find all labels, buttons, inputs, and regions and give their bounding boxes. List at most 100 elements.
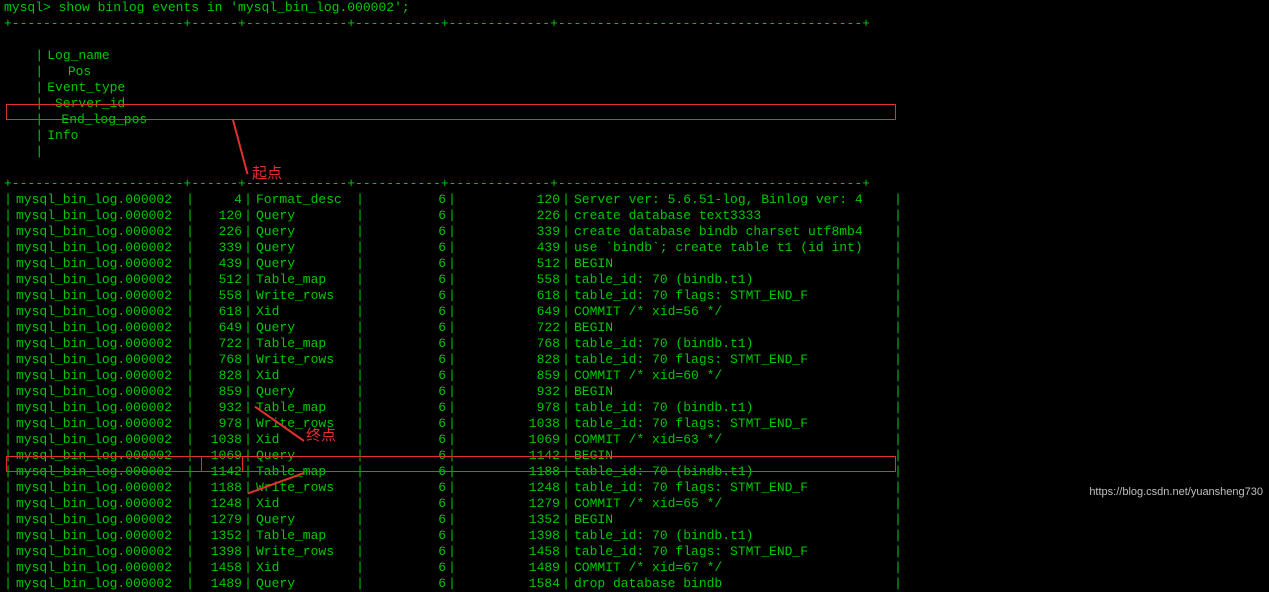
table-row: |mysql_bin_log.000002|978|Write_rows|6|1… bbox=[4, 416, 1265, 432]
cell-end-log-pos: 512 bbox=[456, 256, 562, 272]
cell-end-log-pos: 1584 bbox=[456, 576, 562, 592]
table-row: |mysql_bin_log.000002|1069|Query|6|1142|… bbox=[4, 448, 1265, 464]
table-row: |mysql_bin_log.000002|1142|Table_map|6|1… bbox=[4, 464, 1265, 480]
header-log-name: Log_name bbox=[43, 48, 217, 64]
cell-info: table_id: 70 (bindb.t1) bbox=[570, 272, 894, 288]
table-row: |mysql_bin_log.000002|649|Query|6|722|BE… bbox=[4, 320, 1265, 336]
cell-info: BEGIN bbox=[570, 320, 894, 336]
cell-pos: 1142 bbox=[194, 464, 244, 480]
cell-end-log-pos: 1279 bbox=[456, 496, 562, 512]
cell-log-name: mysql_bin_log.000002 bbox=[12, 320, 186, 336]
cell-end-log-pos: 1352 bbox=[456, 512, 562, 528]
cell-server-id: 6 bbox=[364, 528, 448, 544]
cell-server-id: 6 bbox=[364, 464, 448, 480]
table-border-top: +----------------------+------+---------… bbox=[4, 16, 1265, 32]
cell-server-id: 6 bbox=[364, 304, 448, 320]
cell-end-log-pos: 120 bbox=[456, 192, 562, 208]
cell-info: BEGIN bbox=[570, 384, 894, 400]
cell-event-type: Query bbox=[252, 512, 356, 528]
cell-end-log-pos: 618 bbox=[456, 288, 562, 304]
cell-server-id: 6 bbox=[364, 224, 448, 240]
cell-event-type: Query bbox=[252, 320, 356, 336]
table-header-row: |Log_name |Pos |Event_type |Server_id |E… bbox=[4, 32, 1265, 176]
cell-info: Server ver: 5.6.51-log, Binlog ver: 4 bbox=[570, 192, 894, 208]
table-row: |mysql_bin_log.000002|439|Query|6|512|BE… bbox=[4, 256, 1265, 272]
sql-prompt: mysql> show binlog events in 'mysql_bin_… bbox=[4, 0, 1265, 16]
cell-end-log-pos: 722 bbox=[456, 320, 562, 336]
cell-pos: 1352 bbox=[194, 528, 244, 544]
cell-pos: 649 bbox=[194, 320, 244, 336]
table-row: |mysql_bin_log.000002|1489|Query|6|1584|… bbox=[4, 576, 1265, 592]
cell-log-name: mysql_bin_log.000002 bbox=[12, 528, 186, 544]
table-row: |mysql_bin_log.000002|722|Table_map|6|76… bbox=[4, 336, 1265, 352]
cell-pos: 828 bbox=[194, 368, 244, 384]
cell-end-log-pos: 1248 bbox=[456, 480, 562, 496]
cell-pos: 1188 bbox=[194, 480, 244, 496]
cell-info: table_id: 70 flags: STMT_END_F bbox=[570, 544, 894, 560]
cell-end-log-pos: 1188 bbox=[456, 464, 562, 480]
cell-info: create database bindb charset utf8mb4 bbox=[570, 224, 894, 240]
cell-event-type: Xid bbox=[252, 560, 356, 576]
table-row: |mysql_bin_log.000002|1188|Write_rows|6|… bbox=[4, 480, 1265, 496]
cell-pos: 1038 bbox=[194, 432, 244, 448]
cell-end-log-pos: 226 bbox=[456, 208, 562, 224]
table-body: |mysql_bin_log.000002|4|Format_desc|6|12… bbox=[4, 192, 1265, 592]
cell-event-type: Query bbox=[252, 384, 356, 400]
cell-pos: 1489 bbox=[194, 576, 244, 592]
cell-pos: 618 bbox=[194, 304, 244, 320]
cell-pos: 859 bbox=[194, 384, 244, 400]
cell-server-id: 6 bbox=[364, 288, 448, 304]
cell-info: table_id: 70 (bindb.t1) bbox=[570, 400, 894, 416]
cell-end-log-pos: 1398 bbox=[456, 528, 562, 544]
cell-event-type: Xid bbox=[252, 368, 356, 384]
table-row: |mysql_bin_log.000002|859|Query|6|932|BE… bbox=[4, 384, 1265, 400]
cell-pos: 439 bbox=[194, 256, 244, 272]
cell-log-name: mysql_bin_log.000002 bbox=[12, 448, 186, 464]
cell-info: COMMIT /* xid=67 */ bbox=[570, 560, 894, 576]
table-row: |mysql_bin_log.000002|618|Xid|6|649|COMM… bbox=[4, 304, 1265, 320]
cell-log-name: mysql_bin_log.000002 bbox=[12, 384, 186, 400]
cell-server-id: 6 bbox=[364, 240, 448, 256]
cell-pos: 932 bbox=[194, 400, 244, 416]
cell-event-type: Query bbox=[252, 256, 356, 272]
cell-log-name: mysql_bin_log.000002 bbox=[12, 352, 186, 368]
cell-end-log-pos: 828 bbox=[456, 352, 562, 368]
cell-info: BEGIN bbox=[570, 448, 894, 464]
cell-log-name: mysql_bin_log.000002 bbox=[12, 400, 186, 416]
cell-server-id: 6 bbox=[364, 560, 448, 576]
table-row: |mysql_bin_log.000002|1038|Xid|6|1069|CO… bbox=[4, 432, 1265, 448]
cell-log-name: mysql_bin_log.000002 bbox=[12, 240, 186, 256]
cell-pos: 978 bbox=[194, 416, 244, 432]
table-row: |mysql_bin_log.000002|1279|Query|6|1352|… bbox=[4, 512, 1265, 528]
cell-server-id: 6 bbox=[364, 480, 448, 496]
cell-event-type: Write_rows bbox=[252, 288, 356, 304]
cell-event-type: Xid bbox=[252, 304, 356, 320]
watermark: https://blog.csdn.net/yuansheng730 bbox=[1089, 484, 1263, 500]
cell-log-name: mysql_bin_log.000002 bbox=[12, 192, 186, 208]
cell-event-type: Query bbox=[252, 448, 356, 464]
cell-info: BEGIN bbox=[570, 256, 894, 272]
header-end-log-pos: End_log_pos bbox=[43, 112, 149, 128]
cell-info: COMMIT /* xid=65 */ bbox=[570, 496, 894, 512]
cell-end-log-pos: 932 bbox=[456, 384, 562, 400]
cell-log-name: mysql_bin_log.000002 bbox=[12, 288, 186, 304]
cell-info: table_id: 70 (bindb.t1) bbox=[570, 528, 894, 544]
cell-log-name: mysql_bin_log.000002 bbox=[12, 496, 186, 512]
cell-info: table_id: 70 flags: STMT_END_F bbox=[570, 288, 894, 304]
cell-event-type: Table_map bbox=[252, 528, 356, 544]
cell-server-id: 6 bbox=[364, 208, 448, 224]
cell-server-id: 6 bbox=[364, 544, 448, 560]
header-event-type: Event_type bbox=[43, 80, 147, 96]
cell-info: table_id: 70 flags: STMT_END_F bbox=[570, 416, 894, 432]
cell-pos: 4 bbox=[194, 192, 244, 208]
cell-info: table_id: 70 (bindb.t1) bbox=[570, 464, 894, 480]
cell-log-name: mysql_bin_log.000002 bbox=[12, 512, 186, 528]
cell-log-name: mysql_bin_log.000002 bbox=[12, 336, 186, 352]
table-row: |mysql_bin_log.000002|1352|Table_map|6|1… bbox=[4, 528, 1265, 544]
cell-event-type: Xid bbox=[252, 432, 356, 448]
cell-pos: 339 bbox=[194, 240, 244, 256]
table-row: |mysql_bin_log.000002|4|Format_desc|6|12… bbox=[4, 192, 1265, 208]
cell-event-type: Query bbox=[252, 224, 356, 240]
table-row: |mysql_bin_log.000002|558|Write_rows|6|6… bbox=[4, 288, 1265, 304]
cell-server-id: 6 bbox=[364, 432, 448, 448]
